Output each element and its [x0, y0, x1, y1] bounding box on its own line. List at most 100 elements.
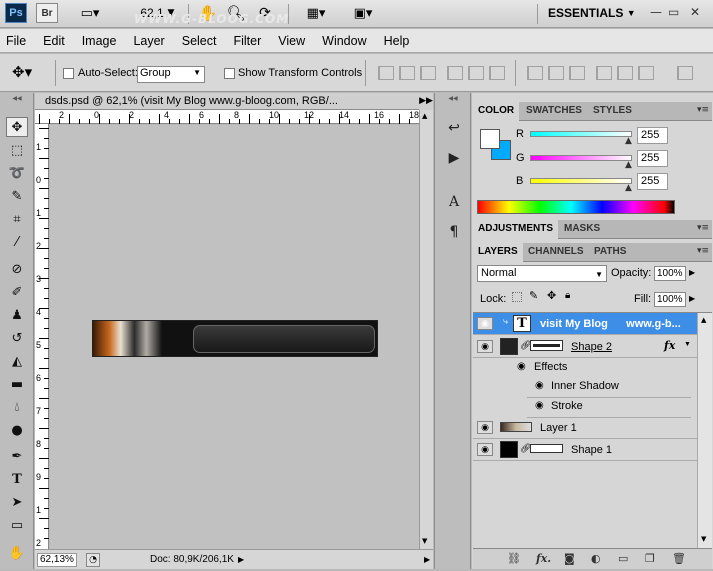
- fill-field[interactable]: 100%: [654, 292, 686, 307]
- add-mask-icon[interactable]: ◙: [564, 552, 575, 565]
- move-tool-preset-icon[interactable]: ✥▾: [12, 63, 32, 81]
- fill-arrow-icon[interactable]: ▶: [689, 294, 695, 303]
- green-slider-thumb[interactable]: ▲: [625, 160, 632, 170]
- lock-all-icon[interactable]: 🔒︎: [565, 290, 570, 301]
- menu-filter[interactable]: Filter: [233, 34, 261, 48]
- delete-layer-icon[interactable]: 🗑︎: [672, 552, 686, 565]
- effect-row-inner-shadow[interactable]: ◉ Inner Shadow: [527, 376, 691, 398]
- scroll-down-icon[interactable]: ▼: [422, 537, 431, 546]
- distribute-bottom-icon[interactable]: [569, 66, 585, 80]
- adjustment-layer-icon[interactable]: ◐: [591, 552, 601, 565]
- effects-eye-icon[interactable]: ◉: [517, 361, 526, 372]
- layers-scrollbar[interactable]: ▲ ▼: [697, 313, 712, 548]
- panel-menu-icon[interactable]: ▾≡: [697, 246, 709, 256]
- red-value[interactable]: 255: [637, 127, 668, 144]
- show-transform-checkbox[interactable]: [224, 68, 235, 79]
- menu-edit[interactable]: Edit: [43, 34, 65, 48]
- tab-layers[interactable]: LAYERS: [473, 243, 523, 262]
- vertical-scrollbar[interactable]: ▲ ▼: [419, 110, 433, 549]
- link-layers-icon[interactable]: ⛓: [507, 552, 521, 565]
- banner-artwork[interactable]: [92, 320, 378, 357]
- lock-pixels-icon[interactable]: ✎: [529, 289, 538, 302]
- scroll-down-icon[interactable]: ▼: [701, 535, 706, 543]
- distribute-hcenter-icon[interactable]: [617, 66, 633, 80]
- blue-value[interactable]: 255: [637, 173, 668, 190]
- type-tool-icon[interactable]: T: [6, 469, 28, 489]
- menu-help[interactable]: Help: [384, 34, 410, 48]
- align-vertical-center-icon[interactable]: [399, 66, 415, 80]
- status-menu-arrow-icon[interactable]: ▶: [238, 555, 244, 564]
- visibility-eye-icon[interactable]: ◉: [477, 340, 493, 353]
- align-horizontal-center-icon[interactable]: [468, 66, 484, 80]
- move-tool-icon[interactable]: ✥: [6, 117, 28, 137]
- blue-slider-thumb[interactable]: ▲: [625, 183, 632, 193]
- scroll-right-icon[interactable]: ▶: [424, 555, 430, 564]
- panel-menu-icon[interactable]: ▾≡: [697, 223, 709, 233]
- auto-align-layers-icon[interactable]: [677, 66, 693, 80]
- actions-panel-icon[interactable]: ▶: [444, 149, 464, 167]
- effect-eye-icon[interactable]: ◉: [535, 380, 544, 391]
- brush-tool-icon[interactable]: ✐: [6, 282, 28, 302]
- blend-mode-dropdown[interactable]: Normal ▼: [477, 265, 607, 282]
- menu-image[interactable]: Image: [82, 34, 117, 48]
- character-panel-icon[interactable]: A: [444, 193, 464, 211]
- expand-panels-icon[interactable]: ▶▶: [419, 93, 433, 110]
- align-right-icon[interactable]: [489, 66, 505, 80]
- minimize-button[interactable]: —: [650, 5, 662, 19]
- red-slider[interactable]: [530, 131, 632, 137]
- menu-view[interactable]: View: [278, 34, 305, 48]
- menu-layer[interactable]: Layer: [133, 34, 164, 48]
- color-spectrum-bar[interactable]: [477, 200, 675, 214]
- tab-swatches[interactable]: SWATCHES: [521, 102, 587, 121]
- hand-tool-icon[interactable]: ✋: [6, 543, 28, 563]
- tab-channels[interactable]: CHANNELS: [523, 243, 589, 262]
- opacity-field[interactable]: 100%: [654, 266, 686, 281]
- red-slider-thumb[interactable]: ▲: [625, 136, 632, 146]
- distribute-vcenter-icon[interactable]: [548, 66, 564, 80]
- screen-mode-button[interactable]: ▣▾: [345, 3, 381, 23]
- tab-adjustments[interactable]: ADJUSTMENTS: [473, 220, 559, 239]
- paragraph-panel-icon[interactable]: ¶: [444, 223, 464, 241]
- scroll-up-icon[interactable]: ▲: [422, 112, 431, 121]
- collapse-toolbox-icon[interactable]: ◀◀: [2, 95, 32, 102]
- history-panel-icon[interactable]: ↩: [444, 119, 464, 137]
- status-info-icon[interactable]: ◔: [86, 553, 100, 567]
- align-top-icon[interactable]: [378, 66, 394, 80]
- menu-file[interactable]: File: [6, 34, 26, 48]
- document-tab[interactable]: dsds.psd @ 62,1% (visit My Blog www.g-bl…: [35, 93, 419, 110]
- green-slider[interactable]: [530, 155, 632, 161]
- tab-styles[interactable]: STYLES: [588, 102, 637, 121]
- blur-tool-icon[interactable]: 💧︎: [6, 397, 28, 417]
- panel-menu-icon[interactable]: ▾≡: [697, 105, 709, 115]
- scroll-up-icon[interactable]: ▲: [701, 316, 706, 324]
- tab-paths[interactable]: PATHS: [589, 243, 631, 262]
- zoom-field[interactable]: 62,13%: [37, 553, 77, 567]
- layer-row-shape1[interactable]: ◉ 🔗︎ Shape 1: [473, 439, 697, 461]
- distribute-right-icon[interactable]: [638, 66, 654, 80]
- shape-tool-icon[interactable]: ▭: [6, 515, 28, 535]
- clone-stamp-tool-icon[interactable]: ♟: [6, 305, 28, 325]
- path-selection-tool-icon[interactable]: ➤: [6, 492, 28, 512]
- menu-select[interactable]: Select: [182, 34, 217, 48]
- align-bottom-icon[interactable]: [420, 66, 436, 80]
- foreground-color-swatch[interactable]: [480, 129, 500, 149]
- align-left-icon[interactable]: [447, 66, 463, 80]
- crop-tool-icon[interactable]: ⌗: [6, 209, 28, 229]
- marquee-tool-icon[interactable]: ⬚: [6, 140, 28, 160]
- dodge-tool-icon[interactable]: ●: [6, 420, 28, 440]
- pen-tool-icon[interactable]: ✒: [6, 446, 28, 466]
- fx-icon[interactable]: fx: [664, 339, 675, 352]
- tab-masks[interactable]: MASKS: [559, 220, 605, 239]
- visibility-eye-icon[interactable]: ◉: [477, 317, 493, 330]
- visibility-eye-icon[interactable]: ◉: [477, 443, 493, 456]
- expand-dock-icon[interactable]: ◀◀: [437, 95, 469, 102]
- arrange-documents-button[interactable]: ▦▾: [298, 3, 334, 23]
- effect-eye-icon[interactable]: ◉: [535, 400, 544, 411]
- close-button[interactable]: ✕: [690, 5, 700, 19]
- new-group-icon[interactable]: ▭: [618, 552, 628, 565]
- view-extras-button[interactable]: ▭▾: [70, 3, 110, 23]
- add-layer-style-icon[interactable]: fx.: [536, 552, 551, 565]
- lasso-tool-icon[interactable]: ➰: [6, 163, 28, 183]
- gradient-tool-icon[interactable]: ▬: [6, 374, 28, 394]
- tab-color[interactable]: COLOR: [473, 102, 520, 121]
